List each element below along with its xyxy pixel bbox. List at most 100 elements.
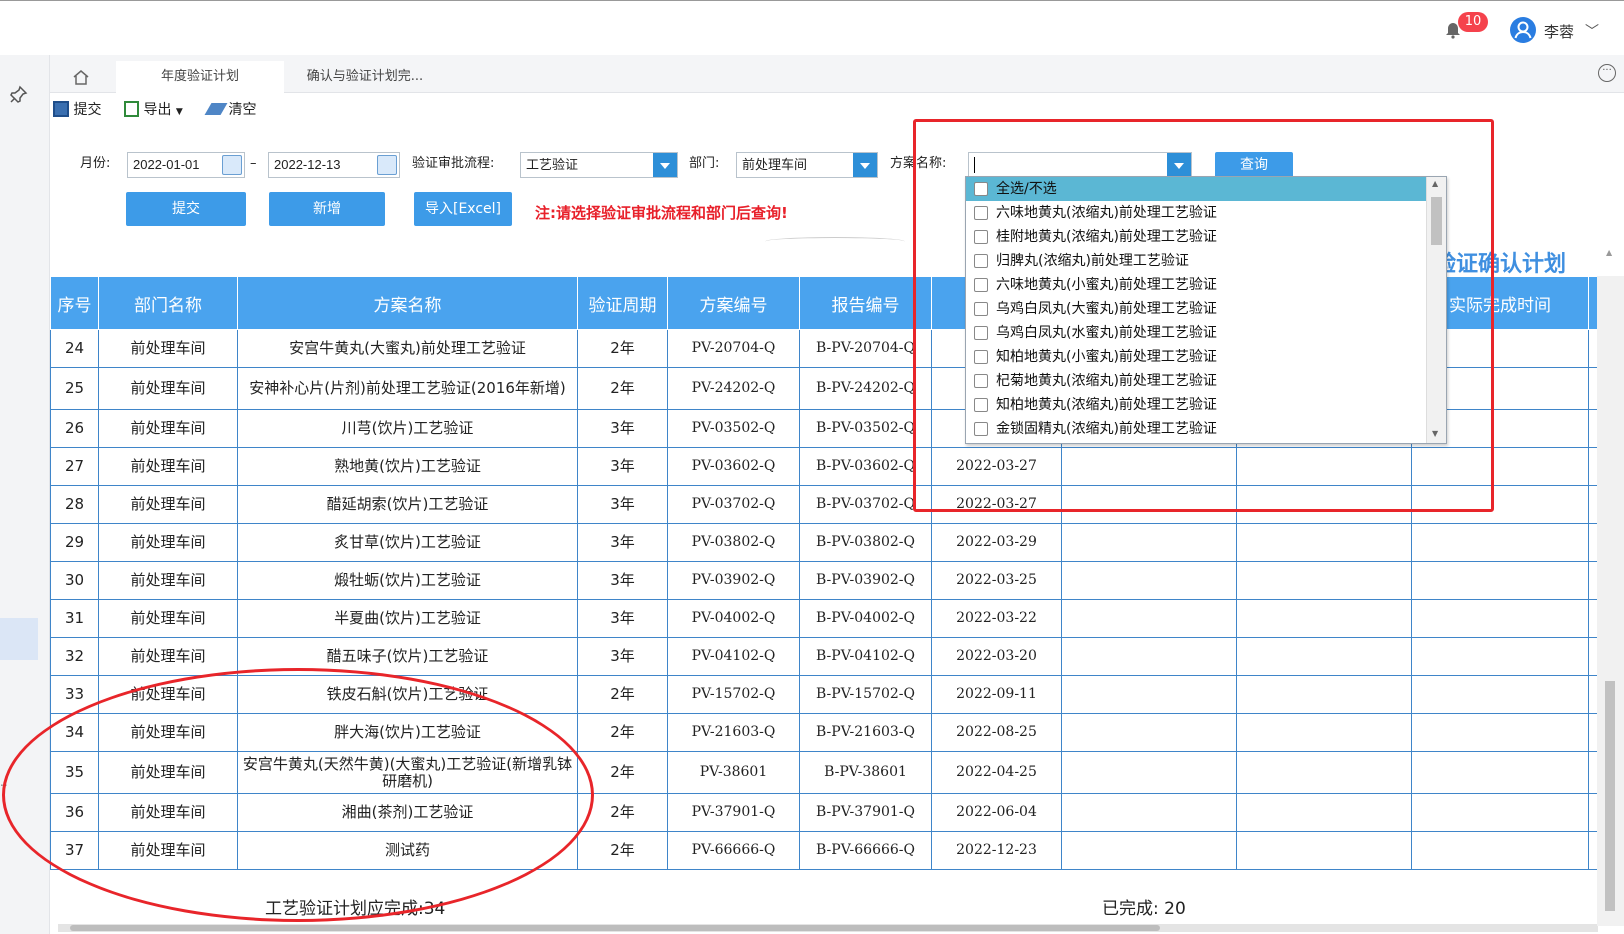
- cell-report-no[interactable]: B-PV-38601: [799, 751, 932, 794]
- cell-index[interactable]: 32: [50, 637, 99, 676]
- col-header-period[interactable]: 验证周期: [577, 276, 668, 330]
- cell-period[interactable]: 3年: [577, 447, 668, 486]
- cell-planned[interactable]: 2022-12-23: [931, 831, 1062, 870]
- cell-plan-name[interactable]: 半夏曲(饮片)工艺验证: [237, 599, 578, 638]
- cell-period[interactable]: 3年: [577, 599, 668, 638]
- cell-empty[interactable]: [1061, 561, 1237, 600]
- table-row[interactable]: 29 前处理车间 炙甘草(饮片)工艺验证 3年 PV-03802-Q B-PV-03802…: [50, 523, 1597, 562]
- cell-empty[interactable]: [1061, 831, 1237, 870]
- collapse-handle[interactable]: [765, 237, 905, 246]
- submit-button[interactable]: 提交: [126, 192, 246, 226]
- export-toolbar-button[interactable]: 导出 ▼: [124, 100, 183, 122]
- cell-dept[interactable]: 前处理车间: [98, 329, 238, 368]
- cell-empty[interactable]: [1236, 637, 1412, 676]
- flow-select[interactable]: 工艺验证: [520, 152, 678, 178]
- cell-index[interactable]: 29: [50, 523, 99, 562]
- cell-empty[interactable]: [1236, 793, 1412, 832]
- cell-index[interactable]: 26: [50, 409, 99, 448]
- scroll-up-icon[interactable]: ▲: [1606, 248, 1612, 257]
- cell-plan-no[interactable]: PV-38601: [667, 751, 800, 794]
- cell-empty[interactable]: [1588, 447, 1597, 486]
- cell-empty[interactable]: [1061, 793, 1237, 832]
- cell-planned[interactable]: 2022-06-04: [931, 793, 1062, 832]
- cell-index[interactable]: 31: [50, 599, 99, 638]
- clear-toolbar-button[interactable]: 清空: [204, 100, 256, 120]
- cell-report-no[interactable]: B-PV-24202-Q: [799, 367, 932, 410]
- cell-plan-name[interactable]: 熟地黄(饮片)工艺验证: [237, 447, 578, 486]
- cell-plan-name[interactable]: 川芎(饮片)工艺验证: [237, 409, 578, 448]
- submit-toolbar-button[interactable]: 提交: [53, 100, 101, 120]
- more-icon[interactable]: ···: [1598, 64, 1616, 82]
- cell-empty[interactable]: [1588, 793, 1597, 832]
- cell-empty[interactable]: [1588, 751, 1597, 794]
- date-from-input[interactable]: 2022-01-01: [127, 152, 245, 178]
- cell-dept[interactable]: 前处理车间: [98, 523, 238, 562]
- cell-report-no[interactable]: B-PV-37901-Q: [799, 793, 932, 832]
- cell-plan-name[interactable]: 炙甘草(饮片)工艺验证: [237, 523, 578, 562]
- cell-plan-name[interactable]: 煅牡蛎(饮片)工艺验证: [237, 561, 578, 600]
- cell-empty[interactable]: [1236, 675, 1412, 714]
- cell-period[interactable]: 3年: [577, 485, 668, 524]
- cell-report-no[interactable]: B-PV-04002-Q: [799, 599, 932, 638]
- cell-period[interactable]: 3年: [577, 523, 668, 562]
- date-to-input[interactable]: 2022-12-13: [268, 152, 400, 178]
- cell-empty[interactable]: [1236, 713, 1412, 752]
- cell-empty[interactable]: [1411, 751, 1589, 794]
- user-name[interactable]: 李蓉: [1544, 21, 1574, 42]
- cell-plan-no[interactable]: PV-24202-Q: [667, 367, 800, 410]
- cell-report-no[interactable]: B-PV-04102-Q: [799, 637, 932, 676]
- cell-empty[interactable]: [1061, 751, 1237, 794]
- cell-index[interactable]: 27: [50, 447, 99, 486]
- cell-plan-no[interactable]: PV-03602-Q: [667, 447, 800, 486]
- cell-dept[interactable]: 前处理车间: [98, 599, 238, 638]
- cell-empty[interactable]: [1588, 561, 1597, 600]
- cell-empty[interactable]: [1061, 675, 1237, 714]
- horizontal-scroll-thumb[interactable]: [70, 925, 1160, 931]
- cell-report-no[interactable]: B-PV-66666-Q: [799, 831, 932, 870]
- cell-planned[interactable]: 2022-04-25: [931, 751, 1062, 794]
- col-header-report-no[interactable]: 报告编号: [799, 276, 932, 330]
- cell-plan-no[interactable]: PV-04002-Q: [667, 599, 800, 638]
- home-icon[interactable]: [64, 61, 98, 93]
- cell-empty[interactable]: [1236, 523, 1412, 562]
- cell-empty[interactable]: [1411, 713, 1589, 752]
- vertical-scrollbar[interactable]: ▲: [1597, 248, 1624, 926]
- cell-empty[interactable]: [1411, 675, 1589, 714]
- col-header-index[interactable]: 序号: [50, 276, 99, 330]
- cell-dept[interactable]: 前处理车间: [98, 367, 238, 410]
- cell-empty[interactable]: [1588, 599, 1597, 638]
- cell-plan-no[interactable]: PV-03502-Q: [667, 409, 800, 448]
- cell-index[interactable]: 25: [50, 367, 99, 410]
- pin-icon[interactable]: [8, 85, 28, 105]
- cell-planned[interactable]: 2022-09-11: [931, 675, 1062, 714]
- cell-empty[interactable]: [1061, 637, 1237, 676]
- cell-empty[interactable]: [1588, 831, 1597, 870]
- cell-planned[interactable]: 2022-08-25: [931, 713, 1062, 752]
- cell-period[interactable]: 3年: [577, 637, 668, 676]
- cell-empty[interactable]: [1588, 329, 1597, 368]
- cell-plan-name[interactable]: 安宫牛黄丸(大蜜丸)前处理工艺验证: [237, 329, 578, 368]
- cell-empty[interactable]: [1411, 793, 1589, 832]
- cell-empty[interactable]: [1061, 713, 1237, 752]
- cell-period[interactable]: 2年: [577, 367, 668, 410]
- cell-empty[interactable]: [1588, 637, 1597, 676]
- cell-empty[interactable]: [1588, 523, 1597, 562]
- cell-plan-no[interactable]: PV-03802-Q: [667, 523, 800, 562]
- cell-empty[interactable]: [1236, 561, 1412, 600]
- cell-period[interactable]: 3年: [577, 409, 668, 448]
- calendar-icon[interactable]: [377, 155, 397, 175]
- cell-empty[interactable]: [1411, 561, 1589, 600]
- cell-empty[interactable]: [1236, 831, 1412, 870]
- chevron-down-icon[interactable]: ﹀: [1585, 21, 1599, 41]
- col-header-plan-name[interactable]: 方案名称: [237, 276, 578, 330]
- col-header-plan-no[interactable]: 方案编号: [667, 276, 800, 330]
- dept-select[interactable]: 前处理车间: [736, 152, 878, 178]
- cell-report-no[interactable]: B-PV-03502-Q: [799, 409, 932, 448]
- table-row[interactable]: 31 前处理车间 半夏曲(饮片)工艺验证 3年 PV-04002-Q B-PV-04002…: [50, 599, 1597, 638]
- cell-empty[interactable]: [1588, 367, 1597, 410]
- cell-empty[interactable]: [1061, 599, 1237, 638]
- cell-empty[interactable]: [1411, 599, 1589, 638]
- cell-dept[interactable]: 前处理车间: [98, 447, 238, 486]
- cell-plan-no[interactable]: PV-03902-Q: [667, 561, 800, 600]
- cell-period[interactable]: 2年: [577, 713, 668, 752]
